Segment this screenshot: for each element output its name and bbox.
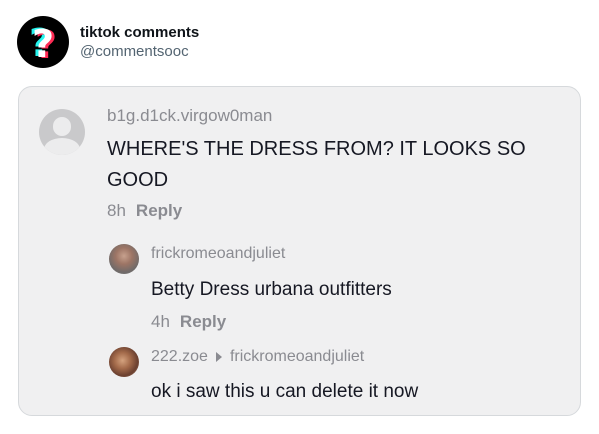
default-avatar-icon[interactable] [39, 109, 85, 155]
user-avatar[interactable] [109, 347, 139, 377]
question-mark-icon: ? ? ? [29, 21, 57, 67]
comment-username[interactable]: b1g.d1ck.virgow0man [107, 106, 272, 126]
svg-text:?: ? [32, 22, 54, 66]
reply-text: ok i saw this u can delete it now [151, 381, 419, 402]
user-handle[interactable]: @commentsooc [80, 42, 199, 61]
reply-username[interactable]: 222.zoe [151, 348, 208, 366]
display-name[interactable]: tiktok comments [80, 23, 199, 42]
tweet-author: tiktok comments @commentsooc [80, 23, 199, 61]
reply-text: Betty Dress urbana outfitters [151, 279, 392, 300]
reply-button[interactable]: Reply [136, 201, 182, 221]
profile-avatar[interactable]: ? ? ? [17, 16, 69, 68]
comment-time: 8h [107, 201, 126, 220]
reply-to-username[interactable]: frickromeoandjuliet [230, 348, 364, 366]
comment-text: WHERE'S THE DRESS FROM? IT LOOKS SO GOOD [107, 138, 526, 191]
comment-meta: 8h Reply [107, 201, 182, 221]
reply-meta: 4h Reply [151, 312, 226, 332]
reply-username[interactable]: frickromeoandjuliet [151, 245, 285, 263]
reply-time: 4h [151, 312, 170, 331]
reply-button[interactable]: Reply [180, 312, 226, 332]
user-avatar[interactable] [109, 244, 139, 274]
tweet: ? ? ? tiktok comments @commentsooc b1g.d… [0, 0, 599, 434]
reply-header: 222.zoe frickromeoandjuliet [151, 348, 364, 366]
comments-screenshot[interactable]: b1g.d1ck.virgow0man WHERE'S THE DRESS FR… [18, 86, 581, 416]
triangle-right-icon [215, 352, 222, 362]
tweet-header: ? ? ? tiktok comments @commentsooc [17, 16, 199, 68]
